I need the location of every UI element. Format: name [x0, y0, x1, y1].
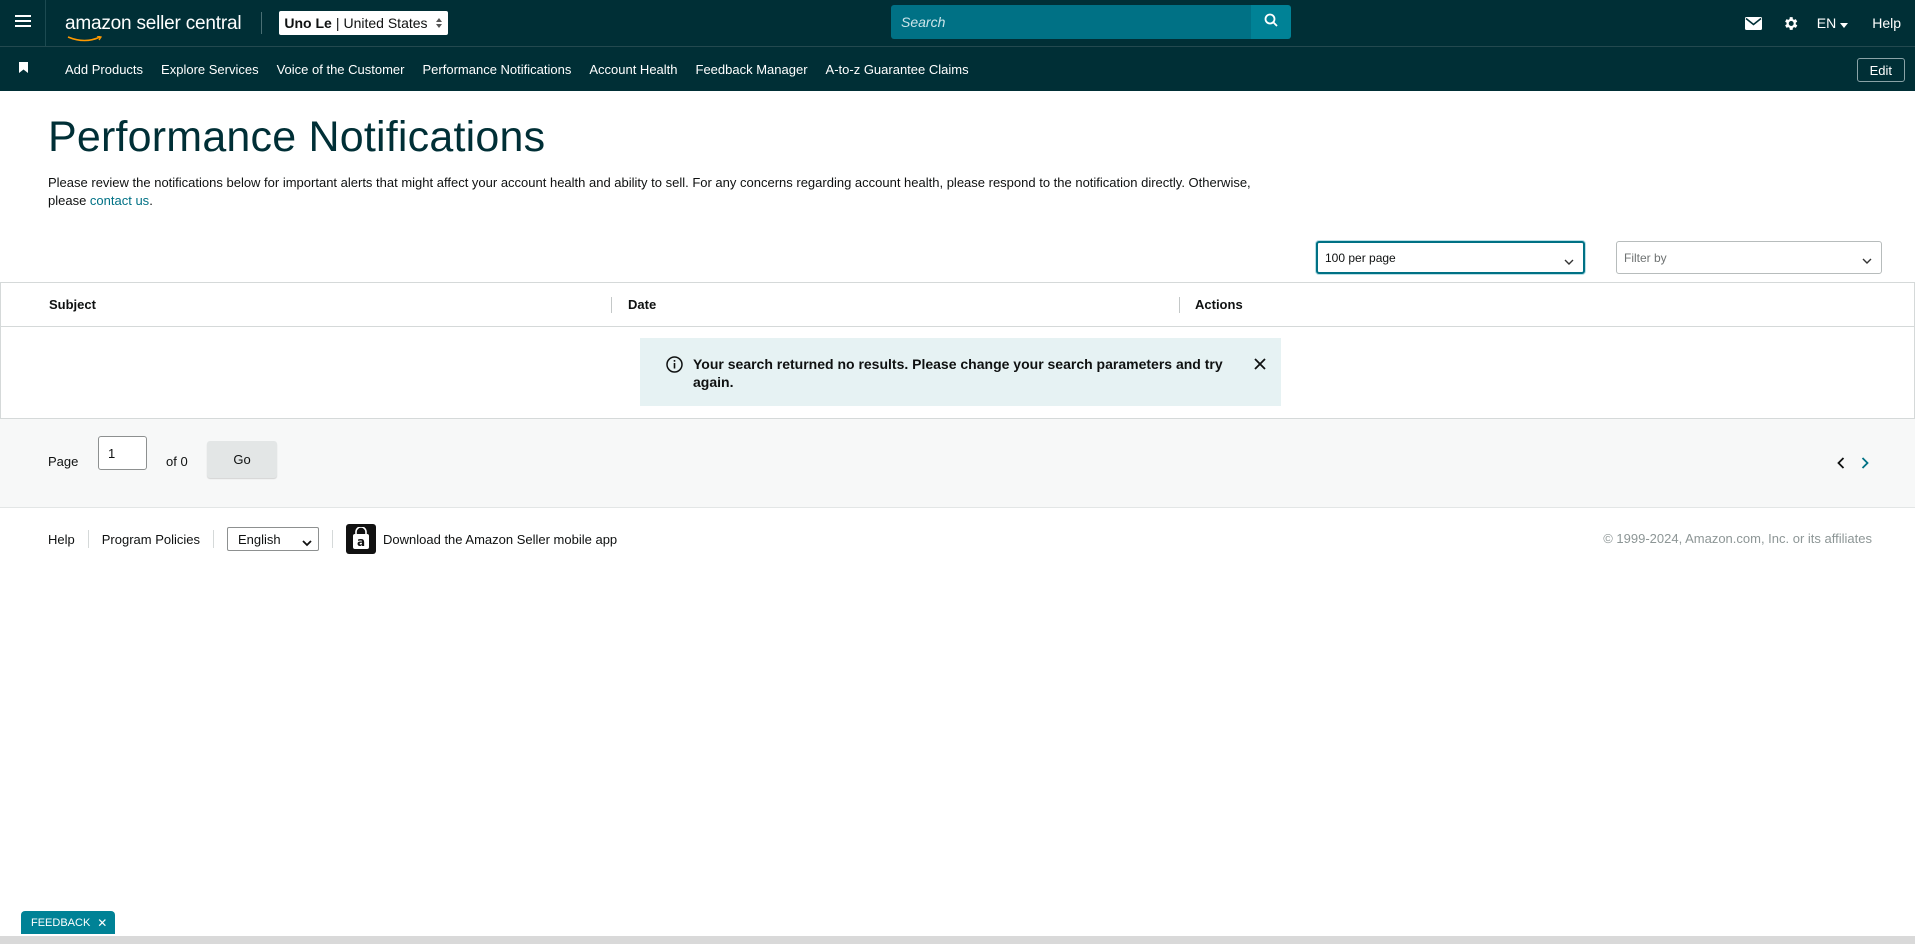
- amazon-smile-icon: [67, 29, 103, 47]
- feedback-tab[interactable]: FEEDBACK ✕: [21, 911, 116, 934]
- nav-link-feedback-manager[interactable]: Feedback Manager: [696, 62, 808, 77]
- column-divider[interactable]: [611, 297, 612, 313]
- account-name: Uno Le: [284, 15, 332, 31]
- column-header-actions: Actions: [1195, 297, 1243, 312]
- chevron-left-icon[interactable]: [1837, 456, 1845, 474]
- account-region: United States: [343, 15, 428, 31]
- description-text: Please review the notifications below fo…: [48, 175, 1251, 208]
- caret-down-icon: [1840, 15, 1849, 31]
- program-policies-link[interactable]: Program Policies: [102, 532, 200, 547]
- search-bar: [891, 5, 1291, 39]
- account-switcher[interactable]: Uno Le | United States: [279, 11, 448, 35]
- download-app-link[interactable]: Download the Amazon Seller mobile app: [383, 532, 617, 547]
- bookmark-icon: [18, 60, 28, 78]
- per-page-select[interactable]: 100 per page: [1316, 241, 1585, 274]
- column-header-subject[interactable]: Subject: [49, 297, 96, 312]
- per-page-value: 100 per page: [1325, 250, 1396, 265]
- up-down-arrows-icon: [435, 17, 443, 29]
- menu-button[interactable]: [0, 0, 46, 46]
- chevron-down-icon: [1564, 255, 1574, 269]
- amazon-seller-central-logo[interactable]: amazon seller central: [65, 0, 242, 47]
- account-separator: |: [335, 15, 340, 31]
- description-end: .: [149, 193, 153, 208]
- footer-divider: [332, 530, 334, 548]
- language-switcher[interactable]: EN: [1816, 15, 1849, 31]
- page-number-input[interactable]: [98, 436, 147, 470]
- copyright-text: © 1999-2024, Amazon.com, Inc. or its aff…: [1603, 531, 1872, 546]
- footer-divider: [213, 530, 215, 548]
- contact-us-link[interactable]: contact us: [90, 193, 149, 208]
- nav-link-performance-notifications[interactable]: Performance Notifications: [423, 62, 572, 77]
- top-bar: amazon seller central Uno Le | United St…: [0, 0, 1915, 46]
- bookmark-button[interactable]: [0, 47, 46, 91]
- nav-link-voice-of-customer[interactable]: Voice of the Customer: [277, 62, 405, 77]
- hamburger-icon: [14, 14, 31, 32]
- page-total: of 0: [166, 454, 188, 469]
- top-right-actions: EN Help: [1744, 0, 1915, 46]
- mail-icon[interactable]: [1744, 16, 1762, 30]
- filter-placeholder: Filter by: [1624, 250, 1667, 265]
- page-description: Please review the notifications below fo…: [48, 174, 1288, 210]
- help-link[interactable]: Help: [1872, 15, 1901, 31]
- info-icon: [666, 356, 683, 378]
- close-icon[interactable]: ✕: [97, 916, 107, 930]
- notifications-table: Subject Date Actions Your search returne…: [0, 282, 1915, 419]
- footer-help-link[interactable]: Help: [48, 532, 75, 547]
- amazon-app-icon[interactable]: a: [346, 524, 377, 554]
- feedback-label: FEEDBACK: [31, 916, 91, 929]
- language-label: EN: [1816, 15, 1837, 31]
- nav-link-account-health[interactable]: Account Health: [589, 62, 677, 77]
- filter-select[interactable]: Filter by: [1616, 241, 1882, 274]
- bookmark-nav-bar: Add Products Explore Services Voice of t…: [0, 46, 1915, 91]
- footer-language-value: English: [238, 531, 281, 547]
- footer-language-select[interactable]: English: [227, 527, 320, 551]
- no-results-alert: Your search returned no results. Please …: [640, 338, 1281, 406]
- svg-text:a: a: [357, 535, 365, 549]
- nav-links: Add Products Explore Services Voice of t…: [65, 62, 987, 77]
- close-icon[interactable]: [1254, 357, 1266, 375]
- search-button[interactable]: [1251, 5, 1291, 39]
- caret-down-icon: [302, 535, 312, 550]
- column-divider[interactable]: [1179, 297, 1180, 313]
- search-icon: [1264, 13, 1278, 32]
- chevron-down-icon: [1862, 254, 1872, 268]
- footer: Help Program Policies English a Download…: [0, 521, 1915, 557]
- search-input[interactable]: [891, 5, 1252, 39]
- edit-nav-button[interactable]: Edit: [1856, 58, 1905, 82]
- horizontal-scrollbar[interactable]: [0, 936, 1915, 944]
- gear-icon[interactable]: [1782, 15, 1799, 32]
- nav-link-explore-services[interactable]: Explore Services: [161, 62, 259, 77]
- pagination-bar: Page of 0 Go: [0, 419, 1915, 508]
- logo-divider: [261, 12, 263, 34]
- go-button[interactable]: Go: [207, 441, 277, 478]
- chevron-right-icon[interactable]: [1861, 456, 1869, 474]
- table-header: Subject Date Actions: [1, 283, 1914, 327]
- footer-divider: [87, 530, 89, 548]
- nav-link-add-products[interactable]: Add Products: [65, 62, 143, 77]
- column-header-date[interactable]: Date: [628, 297, 656, 312]
- page-label: Page: [48, 454, 79, 469]
- nav-link-a-to-z-claims[interactable]: A-to-z Guarantee Claims: [826, 62, 969, 77]
- no-results-message: Your search returned no results. Please …: [693, 356, 1223, 390]
- page-title: Performance Notifications: [48, 113, 546, 161]
